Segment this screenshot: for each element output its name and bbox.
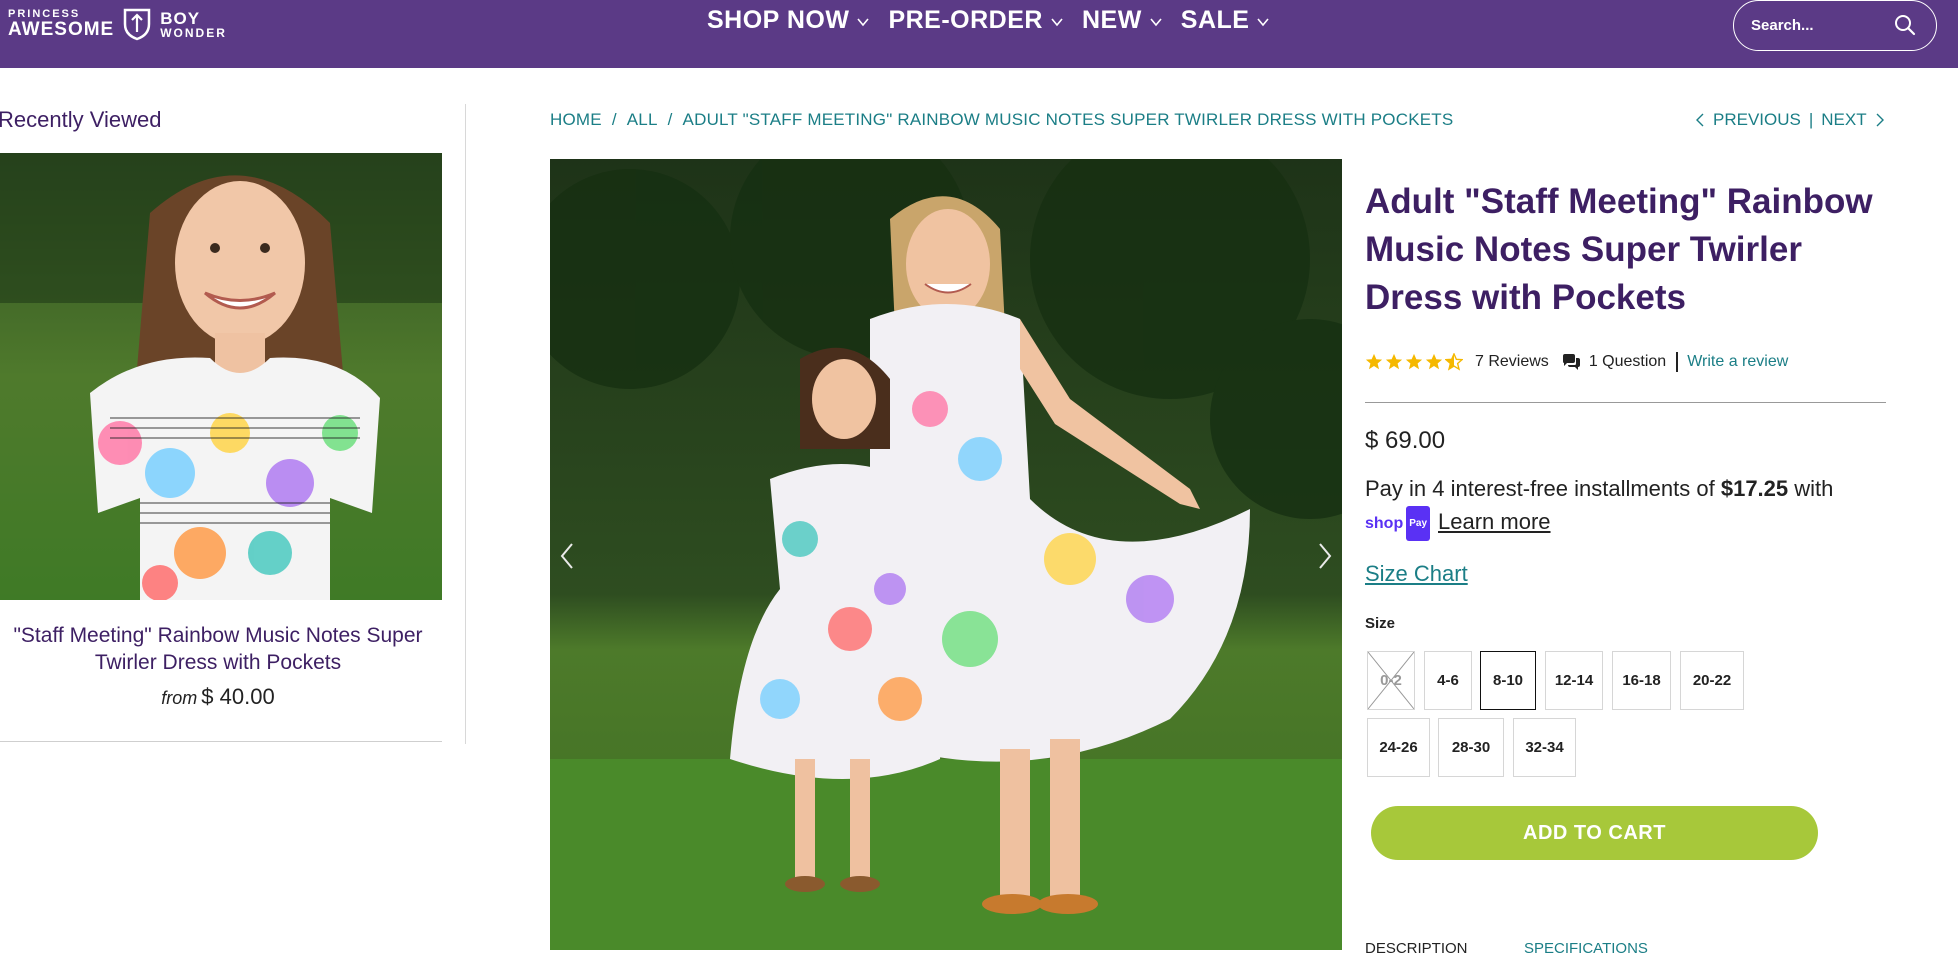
size-option-16-18[interactable]: 16-18 (1612, 651, 1671, 710)
search-box (1733, 0, 1937, 51)
questions-count[interactable]: 1 Question (1589, 353, 1666, 371)
pager-separator: | (1808, 110, 1814, 129)
size-option-label: 20-22 (1692, 672, 1732, 689)
size-option-label: 24-26 (1379, 739, 1418, 756)
size-option-24-26[interactable]: 24-26 (1367, 718, 1430, 777)
nav-label: SALE (1180, 6, 1250, 34)
shop-pay-text: shop (1365, 514, 1404, 532)
chevron-down-icon (1150, 17, 1162, 26)
size-option-label: 4-6 (1437, 672, 1459, 689)
installments-prefix: Pay in 4 interest-free installments of (1365, 476, 1715, 501)
vertical-divider (465, 104, 466, 744)
nav-label: SHOP NOW (707, 6, 850, 34)
next-link[interactable]: NEXT (1821, 110, 1866, 130)
size-option-4-6[interactable]: 4-6 (1424, 651, 1472, 710)
product-main-image[interactable] (550, 159, 1342, 950)
logo-right: BOY WONDER (160, 10, 227, 39)
previous-link[interactable]: PREVIOUS (1713, 110, 1801, 130)
size-chart-link[interactable]: Size Chart (1365, 561, 1468, 587)
installments-suffix: with (1794, 476, 1834, 501)
breadcrumb: HOME / ALL / ADULT "STAFF MEETING" RAINB… (550, 110, 1453, 130)
sidebar-divider (0, 741, 442, 742)
rating-stars[interactable] (1365, 353, 1463, 371)
size-option-label: 16-18 (1622, 672, 1661, 689)
size-option-12-14[interactable]: 12-14 (1545, 651, 1603, 710)
chevron-right-icon (1876, 113, 1884, 127)
size-option-32-34[interactable]: 32-34 (1513, 718, 1576, 777)
star-icon (1365, 353, 1383, 370)
chat-bubbles-icon (1562, 354, 1580, 370)
size-option-20-22[interactable]: 20-22 (1680, 651, 1744, 710)
chevron-down-icon (1051, 17, 1063, 26)
recently-viewed-heading: Recently Viewed (0, 107, 162, 132)
nav-label: NEW (1081, 6, 1142, 34)
unavailable-cross-icon (1368, 652, 1414, 709)
tab-description[interactable]: DESCRIPTION (1365, 940, 1468, 957)
recently-viewed-price-row: from $ 40.00 (0, 684, 436, 710)
nav-label: PRE-ORDER (888, 6, 1043, 34)
nav-shop-now[interactable]: SHOP NOW (707, 6, 870, 35)
site-header: PRINCESS AWESOME BOY WONDER SHOP NOW PRE… (0, 0, 1958, 68)
reviews-count[interactable]: 7 Reviews (1475, 353, 1549, 371)
size-option-label: 12-14 (1554, 672, 1594, 689)
star-icon (1385, 353, 1403, 370)
product-pager: PREVIOUS | NEXT (1695, 110, 1885, 130)
breadcrumb-home[interactable]: HOME (550, 110, 602, 130)
chevron-left-icon (1696, 113, 1704, 127)
recently-viewed-price: $ 40.00 (201, 684, 275, 709)
star-icon (1425, 353, 1443, 370)
tab-specifications[interactable]: SPECIFICATIONS (1524, 940, 1648, 957)
brand-logo[interactable]: PRINCESS AWESOME BOY WONDER (8, 6, 227, 42)
breadcrumb-separator: / (611, 110, 617, 129)
size-option-8-10[interactable]: 8-10 (1480, 651, 1536, 710)
nav-sale[interactable]: SALE (1181, 6, 1271, 35)
recently-viewed-product-image[interactable] (0, 153, 442, 600)
breadcrumb-current[interactable]: ADULT "STAFF MEETING" RAINBOW MUSIC NOTE… (683, 110, 1454, 130)
price-from-label: from (161, 688, 198, 708)
main-nav: SHOP NOW PRE-ORDER NEW SALE (707, 6, 1288, 35)
recently-viewed-product-name[interactable]: "Staff Meeting" Rainbow Music Notes Supe… (0, 622, 436, 676)
shield-icon (123, 8, 151, 41)
size-label: Size (1365, 615, 1396, 632)
nav-new[interactable]: NEW (1082, 6, 1163, 35)
search-input[interactable] (1751, 17, 1891, 34)
logo-text-awesome: AWESOME (8, 19, 115, 40)
chevron-down-icon (1257, 17, 1270, 26)
size-option-0-2[interactable]: 0-2 (1367, 651, 1415, 710)
installments-message: Pay in 4 interest-free installments of $… (1365, 472, 1885, 541)
write-review-link[interactable]: Write a review (1687, 353, 1788, 371)
star-half-icon (1445, 353, 1463, 371)
installments-amount: $17.25 (1720, 476, 1789, 501)
shop-pay-badge: Pay (1406, 505, 1431, 541)
logo-text-boy: BOY (160, 8, 201, 28)
size-option-label: 8-10 (1492, 672, 1524, 689)
logo-text-wonder: WONDER (160, 25, 227, 40)
nav-pre-order[interactable]: PRE-ORDER (888, 6, 1064, 35)
breadcrumb-all[interactable]: ALL (627, 110, 658, 130)
title-divider (1365, 402, 1886, 403)
size-option-28-30[interactable]: 28-30 (1438, 718, 1504, 777)
learn-more-link[interactable]: Learn more (1438, 509, 1551, 534)
size-option-label: 28-30 (1451, 739, 1491, 756)
size-option-label: 32-34 (1525, 739, 1564, 756)
search-icon[interactable] (1894, 14, 1916, 36)
shop-pay-logo: shop Pay (1365, 505, 1431, 541)
logo-left: PRINCESS AWESOME (8, 9, 115, 40)
rating-divider (1676, 352, 1679, 372)
product-title: Adult "Staff Meeting" Rainbow Music Note… (1365, 182, 1873, 317)
product-price: $ 69.00 (1365, 427, 1446, 454)
star-icon (1405, 353, 1423, 370)
breadcrumb-separator: / (667, 110, 673, 129)
product-rating-row: 7 Reviews 1 Question Write a review (1365, 352, 1788, 372)
chevron-down-icon (857, 17, 870, 26)
add-to-cart-button[interactable]: ADD TO CART (1371, 806, 1818, 860)
